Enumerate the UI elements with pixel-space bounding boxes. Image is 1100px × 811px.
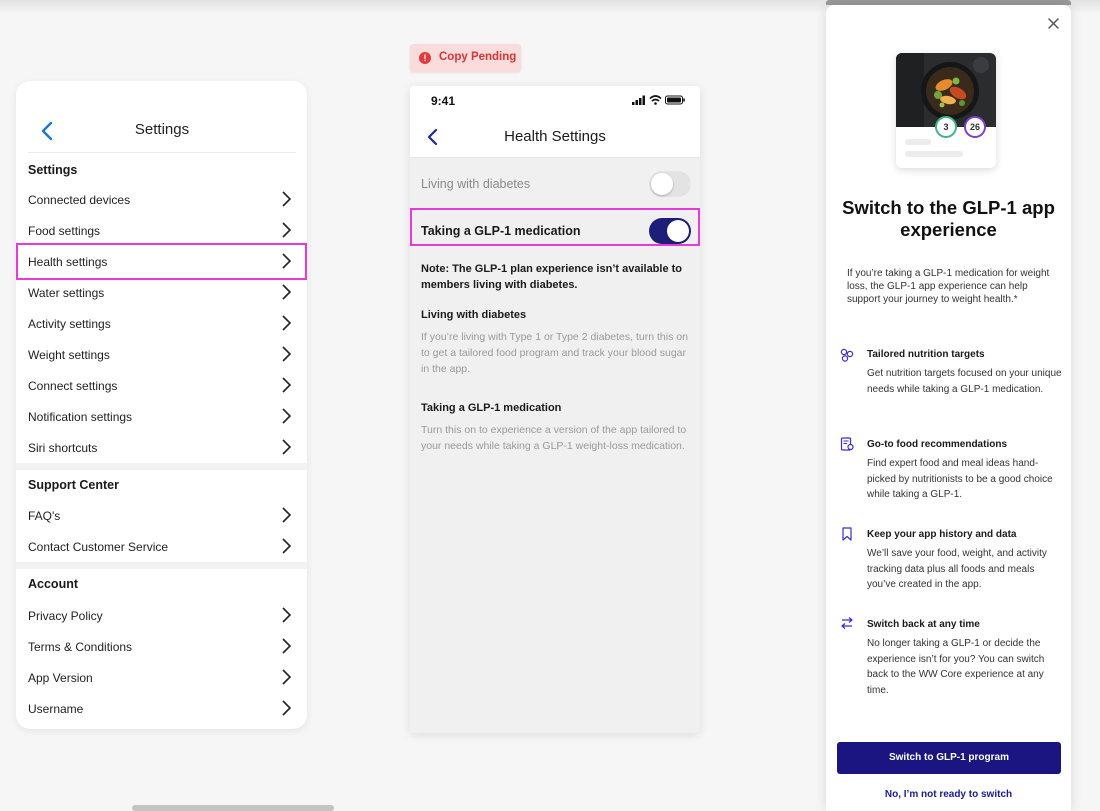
nav-bar: Health Settings (410, 114, 700, 158)
health-settings-highlight (16, 243, 307, 280)
section-divider (16, 463, 307, 470)
scrollbar[interactable] (132, 805, 334, 811)
copy-pending-label: Copy Pending (439, 51, 517, 63)
settings-item-water[interactable]: Water settings (16, 277, 307, 308)
page-title: Settings (134, 121, 190, 138)
points-badge: 3 (935, 116, 957, 138)
account-item-app-version[interactable]: App Version (16, 662, 307, 693)
close-icon[interactable] (1048, 18, 1059, 29)
settings-item-label: Siri shortcuts (28, 441, 98, 455)
diabetes-note: Note: The GLP-1 plan experience isn’t av… (421, 263, 683, 291)
hero-food-card: 3 26 (896, 53, 996, 168)
diabetes-toggle[interactable] (649, 171, 691, 197)
settings-item-activity[interactable]: Activity settings (16, 308, 307, 339)
switch-arrows-icon (841, 617, 853, 629)
chevron-right-icon (282, 408, 291, 424)
settings-item-label: Notification settings (28, 410, 133, 424)
chevron-right-icon (282, 377, 291, 393)
support-item-faq[interactable]: FAQ's (16, 500, 307, 531)
settings-item-label: Water settings (28, 286, 105, 300)
account-item-username[interactable]: Username (16, 693, 307, 724)
account-item-label: Terms & Conditions (28, 640, 133, 654)
chevron-right-icon (282, 346, 291, 362)
section-description: If you’re living with Type 1 or Type 2 d… (421, 331, 688, 375)
modal-title: Switch to the GLP-1 app experience (842, 197, 1055, 240)
chevron-right-icon (282, 222, 291, 238)
chevron-right-icon (282, 315, 291, 331)
support-item-contact[interactable]: Contact Customer Service (16, 531, 307, 562)
section-heading-support: Support Center (28, 478, 119, 492)
section-heading: Taking a GLP-1 medication (421, 402, 562, 414)
modal-intro: If you’re taking a GLP-1 medication for … (847, 268, 1050, 305)
health-settings-screen: 9:41 Health Settings Living with diabete… (410, 86, 700, 733)
feature-title: Keep your app history and data (867, 529, 1017, 540)
wifi-icon (649, 95, 662, 105)
settings-screen: Settings Settings Connected devices Food… (16, 81, 307, 729)
switch-to-glp1-button[interactable]: Switch to GLP-1 program (837, 742, 1061, 774)
support-item-label: Contact Customer Service (28, 540, 169, 554)
toggle-knob (651, 173, 673, 195)
toggle-label: Living with diabetes (421, 177, 531, 191)
account-item-label: Username (28, 702, 84, 716)
glp1-toggle-highlight (410, 208, 700, 246)
settings-item-label: Food settings (28, 224, 101, 238)
chevron-right-icon (282, 191, 291, 207)
page-title: Health Settings (504, 128, 606, 145)
status-bar: 9:41 (410, 86, 700, 114)
chevron-right-icon (282, 638, 291, 654)
placeholder-bar (905, 139, 931, 145)
settings-item-notification[interactable]: Notification settings (16, 401, 307, 432)
status-icons (632, 95, 685, 105)
account-item-label: Privacy Policy (28, 609, 103, 623)
chevron-right-icon (282, 607, 291, 623)
chevron-right-icon (282, 284, 291, 300)
placeholder-bar (905, 151, 963, 157)
section-heading-settings: Settings (28, 163, 78, 177)
settings-item-food[interactable]: Food settings (16, 215, 307, 246)
points-badge: 26 (964, 116, 986, 138)
chevron-right-icon (282, 538, 291, 554)
settings-item-label: Connected devices (28, 193, 131, 207)
section-heading: Living with diabetes (421, 309, 527, 321)
copy-pending-badge: ! Copy Pending (410, 44, 521, 72)
status-time: 9:41 (431, 94, 456, 108)
chevron-right-icon (282, 669, 291, 685)
feature-title: Go-to food recommendations (867, 439, 1007, 450)
account-item-privacy[interactable]: Privacy Policy (16, 600, 307, 631)
chevron-right-icon (282, 439, 291, 455)
settings-item-siri[interactable]: Siri shortcuts (16, 432, 307, 463)
recipe-icon (840, 437, 854, 451)
feature-title: Tailored nutrition targets (867, 349, 985, 360)
feature-body: No longer taking a GLP-1 or decide the e… (867, 638, 1045, 696)
settings-header: Settings (28, 107, 296, 153)
settings-item-label: Activity settings (28, 317, 111, 331)
settings-item-connect[interactable]: Connect settings (16, 370, 307, 401)
feature-body: Get nutrition targets focused on your un… (867, 368, 1062, 395)
account-item-label: App Version (28, 671, 93, 685)
glp1-switch-modal: 3 26 Switch to the GLP-1 app experience … (826, 5, 1071, 811)
signal-icon (632, 95, 645, 105)
bookmark-icon (842, 527, 852, 541)
section-divider (16, 562, 307, 569)
section-description: Turn this on to experience a version of … (421, 424, 687, 452)
toggle-row-diabetes: Living with diabetes (410, 161, 700, 207)
chevron-right-icon (282, 507, 291, 523)
feature-title: Switch back at any time (867, 619, 980, 630)
feature-body: We’ll save your food, weight, and activi… (867, 548, 1047, 590)
alert-icon: ! (419, 52, 431, 64)
settings-item-label: Weight settings (28, 348, 110, 362)
nutrition-icon (840, 348, 854, 362)
battery-icon (665, 95, 685, 105)
feature-body: Find expert food and meal ideas hand-pic… (867, 458, 1053, 500)
support-item-label: FAQ's (28, 509, 61, 523)
account-item-terms[interactable]: Terms & Conditions (16, 631, 307, 662)
chevron-right-icon (282, 700, 291, 716)
not-ready-link[interactable]: No, I’m not ready to switch (826, 789, 1071, 800)
settings-item-label: Connect settings (28, 379, 118, 393)
settings-item-connected-devices[interactable]: Connected devices (16, 184, 307, 215)
settings-item-weight[interactable]: Weight settings (16, 339, 307, 370)
section-heading-account: Account (28, 577, 78, 591)
